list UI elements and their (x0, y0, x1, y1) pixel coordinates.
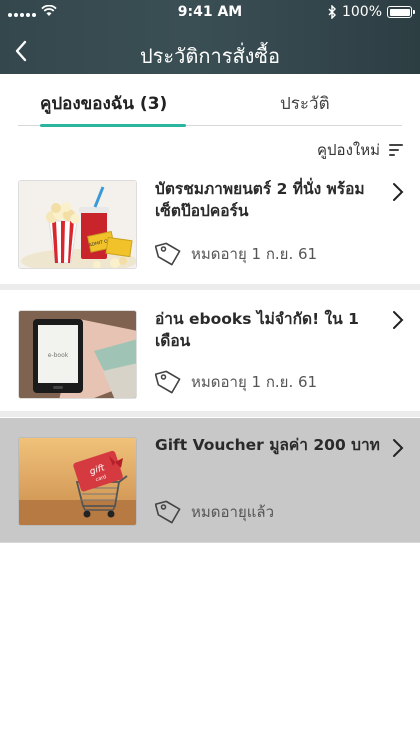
sort-label: คูปองใหม่ (317, 141, 380, 159)
sort-button[interactable]: คูปองใหม่ (317, 138, 404, 162)
coupon-image-popcorn: ADMIT ONE (18, 180, 137, 269)
coupon-image-ebook: e-book (18, 310, 137, 399)
chevron-right-icon (390, 438, 406, 458)
coupon-title: บัตรชมภาพยนตร์ 2 ที่นั่ง พร้อมเซ็ตป๊อปคอ… (155, 180, 365, 220)
coupon-expiry-text: หมดอายุ 1 ก.ย. 61 (191, 373, 318, 391)
coupon-expiry: หมดอายุแล้ว (155, 498, 274, 526)
tag-icon (155, 370, 181, 394)
sort-icon (389, 144, 403, 156)
coupon-expiry: หมดอายุ 1 ก.ย. 61 (155, 240, 317, 268)
list-bottom-border (0, 542, 420, 543)
battery-percent: 100% (341, 4, 382, 20)
chevron-right-icon (390, 182, 406, 202)
battery-level (389, 8, 410, 16)
coupon-expiry-text: หมดอายุ 1 ก.ย. 61 (191, 245, 318, 263)
tab-bar: คูปองของฉัน (3) ประวัติ (18, 88, 402, 127)
coupon-card-gift-voucher[interactable]: gift card Gift Voucher มูลค่า 200 บาท หม… (0, 418, 420, 542)
coupon-title: Gift Voucher มูลค่า 200 บาท (155, 436, 380, 454)
coupon-expiry: หมดอายุ 1 ก.ย. 61 (155, 368, 317, 396)
coupon-card-movie[interactable]: ADMIT ONE บัตรชมภาพยนตร์ 2 ที่นั่ง พร้อม… (0, 170, 420, 294)
tab-history[interactable]: ประวัติ (280, 90, 330, 117)
divider (0, 411, 420, 417)
app-header: 9:41 AM 100% ประวัติการสั่งซื้อ (0, 0, 420, 74)
tab-active-indicator (40, 124, 186, 127)
status-right: 100% (328, 4, 415, 20)
chevron-right-icon (390, 310, 406, 330)
tag-icon (155, 242, 181, 266)
ebook-screen-text: e-book (48, 352, 69, 359)
coupon-image-gift: gift card (18, 437, 137, 526)
coupon-expiry-text: หมดอายุแล้ว (191, 503, 275, 521)
coupon-card-ebook[interactable]: e-book อ่าน ebooks ไม่จำกัด! ใน 1 เดือน … (0, 290, 420, 414)
bluetooth-icon (328, 5, 336, 19)
status-bar: 9:41 AM 100% (0, 0, 420, 26)
tag-icon (155, 500, 181, 524)
coupon-title: อ่าน ebooks ไม่จำกัด! ใน 1 เดือน (155, 310, 359, 350)
tab-my-coupons[interactable]: คูปองของฉัน (3) (40, 90, 167, 117)
page-title: ประวัติการสั่งซื้อ (139, 44, 281, 68)
battery-icon (387, 6, 415, 18)
